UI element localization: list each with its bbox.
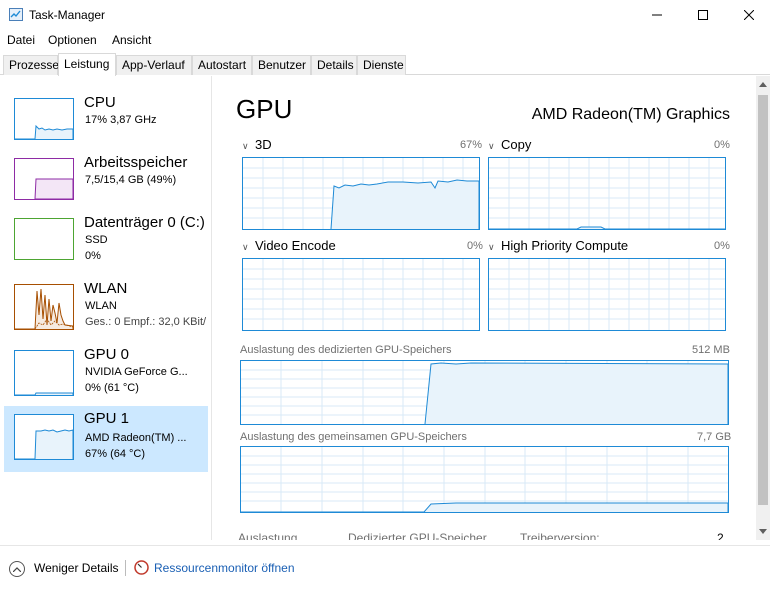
engine-percent: 67% — [460, 139, 483, 151]
tab-app-verlauf[interactable]: App-Verlauf — [116, 55, 192, 75]
graph-copy — [488, 157, 726, 230]
graph-high-priority-compute — [488, 258, 726, 331]
less-details-button[interactable]: Weniger Details — [34, 561, 118, 575]
sidebar-item-gpu1[interactable]: GPU 1 AMD Radeon(TM) ... 67% (64 °C) — [4, 406, 208, 472]
close-button[interactable] — [726, 0, 770, 30]
task-manager-icon — [9, 8, 23, 21]
tab-dienste[interactable]: Dienste — [357, 55, 406, 75]
tab-benutzer[interactable]: Benutzer — [252, 55, 311, 75]
chevron-down-icon — [759, 529, 767, 534]
graph-video-encode — [242, 258, 480, 331]
menu-item-optionen[interactable]: Optionen — [48, 33, 97, 47]
less-details-toggle[interactable] — [9, 561, 25, 577]
engine-label: Video Encode — [255, 238, 336, 253]
sidebar-item-disk[interactable]: Datenträger 0 (C:) SSD 0% — [4, 210, 208, 276]
sidebar-item-detail: 17% 3,87 GHz — [85, 114, 157, 126]
minimize-icon — [652, 14, 662, 16]
gpu-detail-panel: GPU AMD Radeon(TM) Graphics ∨ 3D 67% ∨ Cop… — [213, 76, 756, 540]
sidebar-item-memory[interactable]: Arbeitsspeicher 7,5/15,4 GB (49%) — [4, 150, 208, 216]
shared-memory-max: 7,7 GB — [697, 431, 732, 443]
engine-label: Copy — [501, 137, 532, 152]
sidebar-item-detail: SSD — [85, 234, 108, 246]
minimize-button[interactable] — [634, 0, 680, 30]
sidebar-item-title: GPU 1 — [84, 410, 130, 427]
scroll-up-button[interactable] — [756, 76, 770, 93]
graph-dedicated-memory — [240, 360, 729, 425]
sidebar-item-title: GPU 0 — [84, 346, 130, 363]
engine-label: High Priority Compute — [501, 238, 629, 253]
tab-bar: Prozesse Leistung App-Verlauf Autostart … — [0, 53, 770, 76]
window-title: Task-Manager — [29, 8, 106, 22]
engine-label: 3D — [255, 137, 272, 152]
chevron-up-icon — [759, 82, 767, 87]
vertical-scrollbar[interactable] — [756, 76, 770, 540]
utilization-stat-label: Auslastung — [238, 531, 298, 540]
close-icon — [744, 10, 754, 20]
cpu-thumbnail-graph — [14, 98, 74, 140]
driver-version-value: 2... — [717, 531, 734, 540]
gpu0-thumbnail-graph — [14, 350, 74, 396]
page-title: GPU — [236, 94, 293, 124]
menu-bar: Datei Optionen Ansicht — [0, 30, 770, 50]
sidebar-item-title: Datenträger 0 (C:) — [84, 214, 205, 231]
engine-percent: 0% — [714, 139, 730, 151]
gpu1-thumbnail-graph — [14, 414, 74, 460]
engine-selector-copy[interactable]: ∨ Copy — [488, 137, 531, 152]
sidebar-item-title: CPU — [84, 94, 116, 111]
sidebar-item-title: WLAN — [84, 280, 128, 297]
footer-bar: Weniger Details Ressourcenmonitor öffnen — [0, 545, 770, 592]
engine-selector-high-priority-compute[interactable]: ∨ High Priority Compute — [488, 238, 628, 253]
dedicated-memory-stat-label: Dedizierter GPU-Speicher — [348, 531, 487, 540]
maximize-icon — [698, 10, 708, 20]
sidebar-item-detail: 0% (61 °C) — [85, 382, 139, 394]
wlan-thumbnail-graph — [14, 284, 74, 330]
scroll-thumb[interactable] — [758, 95, 768, 505]
maximize-button[interactable] — [680, 0, 726, 30]
engine-selector-3d[interactable]: ∨ 3D — [242, 137, 272, 152]
gpu-device-name: AMD Radeon(TM) Graphics — [531, 106, 730, 123]
dedicated-memory-label: Auslastung des dedizierten GPU-Speichers — [240, 344, 452, 356]
sidebar-item-detail: Ges.: 0 Empf.: 32,0 KBit/ — [85, 316, 207, 328]
shared-memory-label: Auslastung des gemeinsamen GPU-Speichers — [240, 431, 467, 443]
scroll-down-button[interactable] — [756, 523, 770, 540]
dedicated-memory-max: 512 MB — [692, 344, 730, 356]
tab-autostart[interactable]: Autostart — [192, 55, 252, 75]
sidebar-item-detail: 0% — [85, 250, 101, 262]
memory-thumbnail-graph — [14, 158, 74, 200]
graph-3d — [242, 157, 480, 230]
tab-prozesse[interactable]: Prozesse — [3, 55, 59, 75]
sidebar-item-gpu0[interactable]: GPU 0 NVIDIA GeForce G... 0% (61 °C) — [4, 342, 208, 408]
driver-version-label: Treiberversion: — [520, 531, 600, 540]
sidebar-item-detail: 7,5/15,4 GB (49%) — [85, 174, 177, 186]
chevron-down-icon: ∨ — [242, 141, 249, 151]
footer-divider — [125, 560, 126, 576]
menu-item-ansicht[interactable]: Ansicht — [112, 33, 151, 47]
open-resource-monitor-link[interactable]: Ressourcenmonitor öffnen — [154, 561, 295, 575]
sidebar-item-title: Arbeitsspeicher — [84, 154, 188, 171]
resource-monitor-icon[interactable] — [134, 560, 149, 575]
sidebar-item-wlan[interactable]: WLAN WLAN Ges.: 0 Empf.: 32,0 KBit/ — [4, 276, 208, 342]
disk-thumbnail-graph — [14, 218, 74, 260]
menu-item-datei[interactable]: Datei — [7, 33, 35, 47]
chevron-up-icon — [13, 566, 21, 572]
sidebar-item-cpu[interactable]: CPU 17% 3,87 GHz — [4, 90, 208, 156]
chevron-down-icon: ∨ — [488, 141, 495, 151]
tab-leistung[interactable]: Leistung — [58, 53, 116, 76]
title-bar: Task-Manager — [0, 0, 770, 30]
chevron-down-icon: ∨ — [242, 242, 249, 252]
performance-sidebar: CPU 17% 3,87 GHz Arbeitsspeicher 7,5/15,… — [0, 76, 212, 540]
sidebar-item-detail: 67% (64 °C) — [85, 448, 146, 460]
chevron-down-icon: ∨ — [488, 242, 495, 252]
sidebar-item-detail: WLAN — [85, 300, 117, 312]
engine-percent: 0% — [467, 240, 483, 252]
tab-details[interactable]: Details — [311, 55, 357, 75]
sidebar-item-detail: AMD Radeon(TM) ... — [85, 432, 187, 444]
engine-percent: 0% — [714, 240, 730, 252]
engine-selector-video-encode[interactable]: ∨ Video Encode — [242, 238, 336, 253]
sidebar-item-detail: NVIDIA GeForce G... — [85, 366, 188, 378]
graph-shared-memory — [240, 446, 729, 513]
